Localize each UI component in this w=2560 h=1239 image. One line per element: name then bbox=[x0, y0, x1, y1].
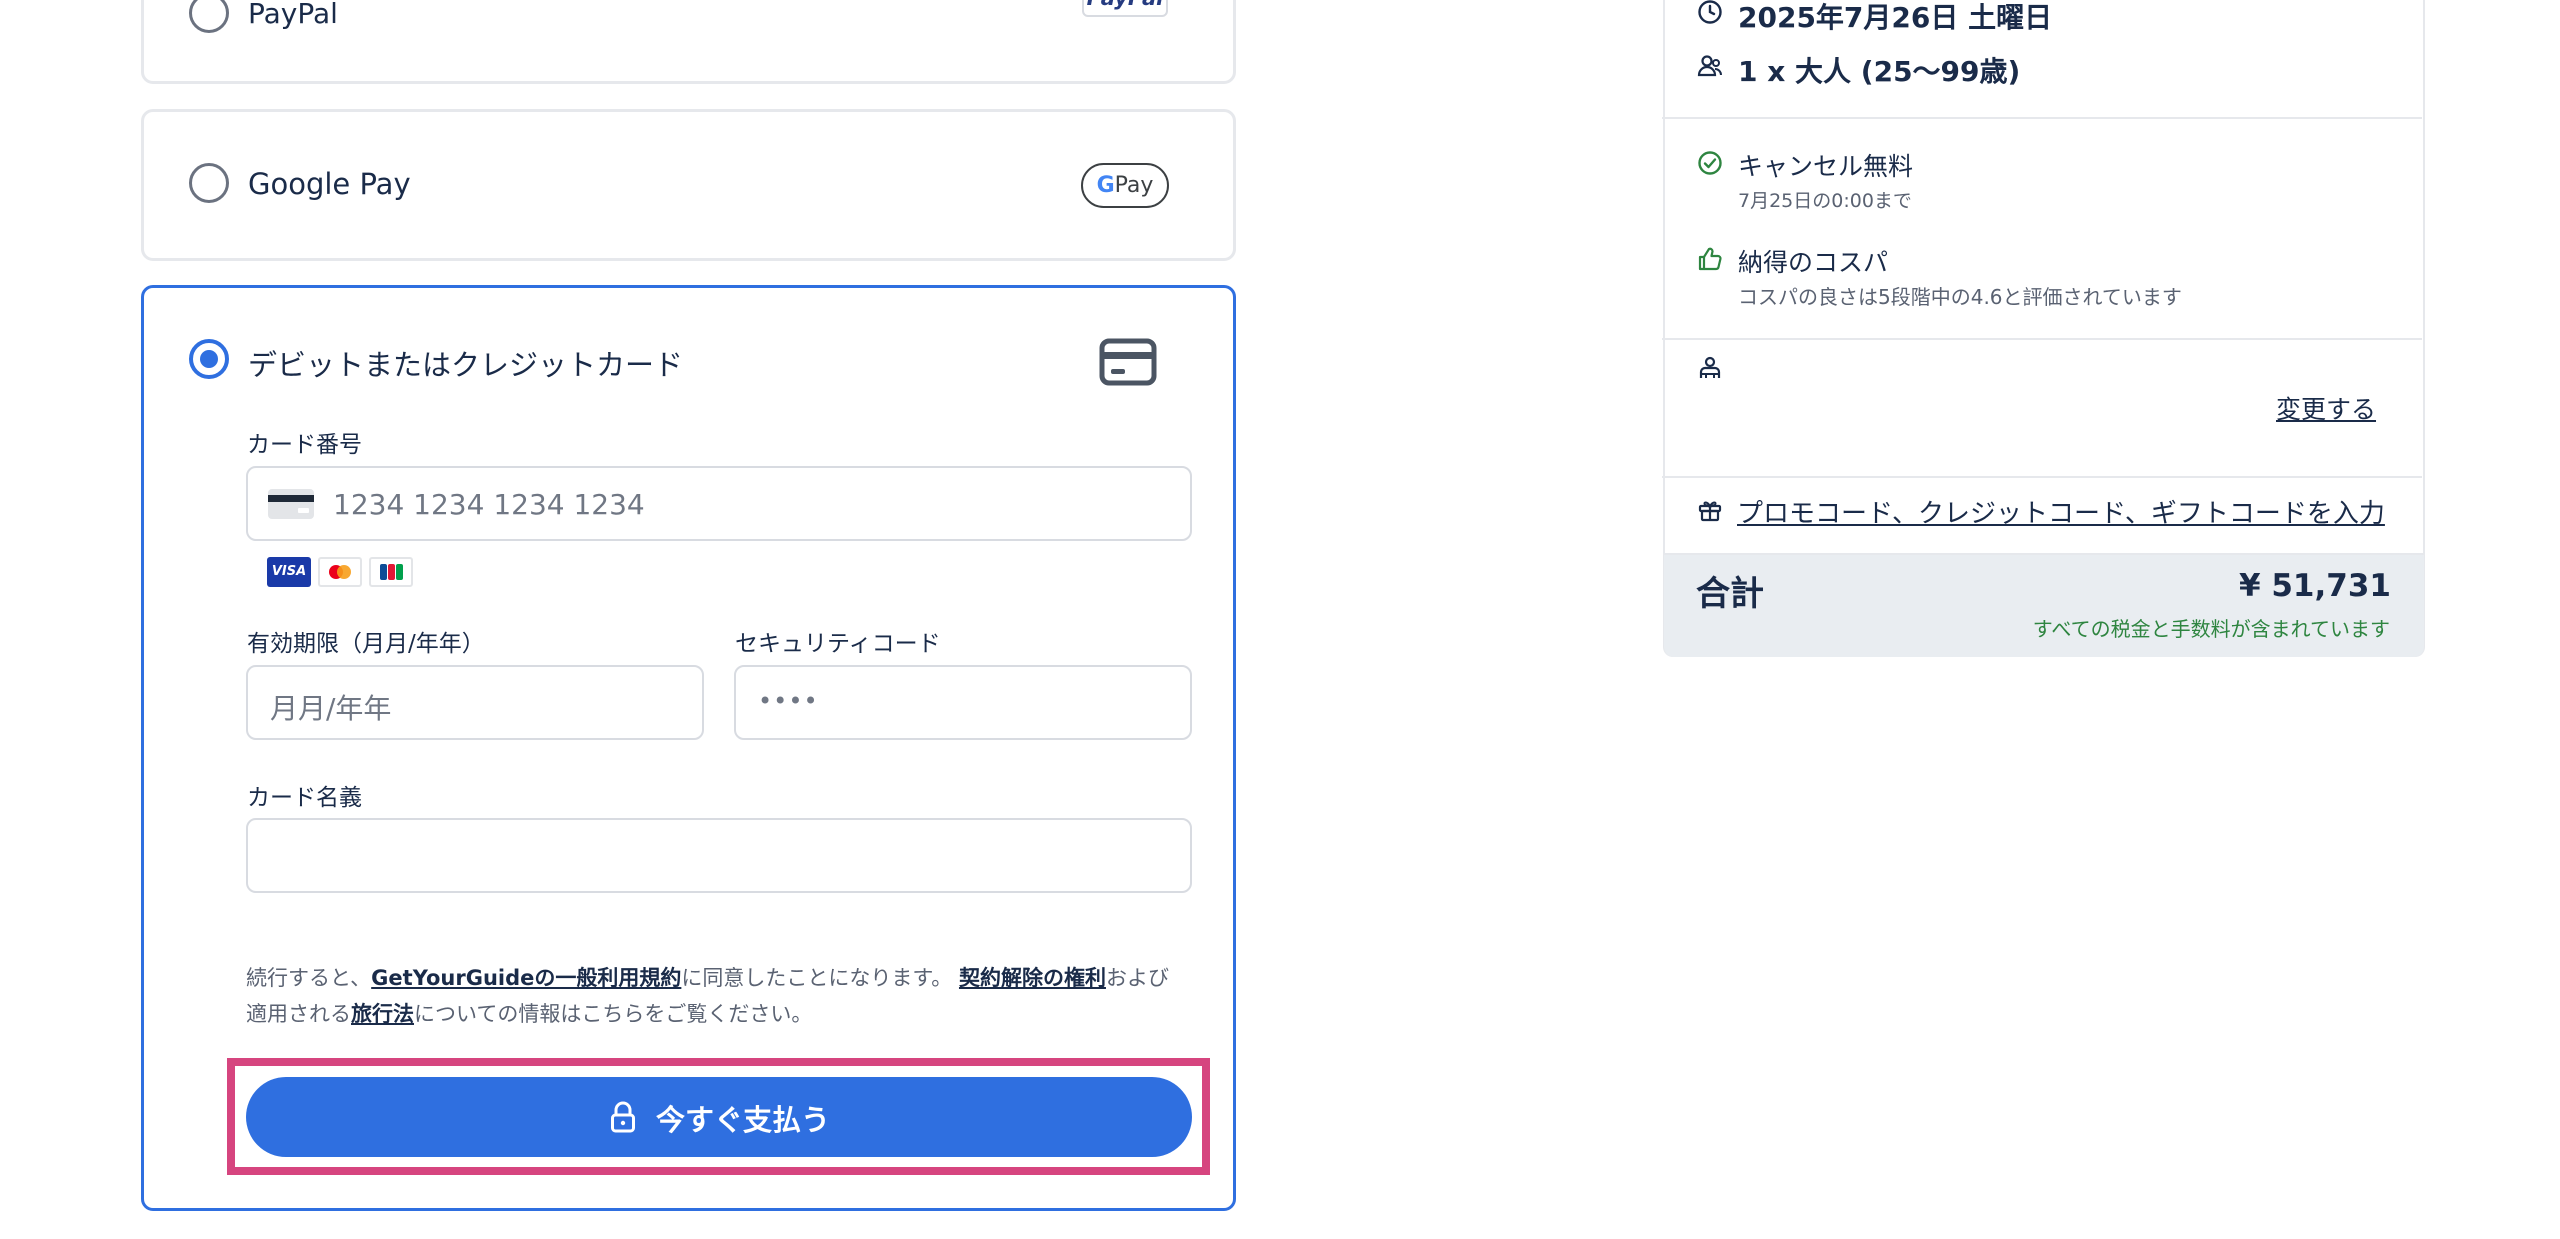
total-price: ¥ 51,731 bbox=[2239, 568, 2391, 604]
value-for-money-title: 納得のコスパ bbox=[1738, 248, 1889, 277]
total-section: 合計 ¥ 51,731 すべての税金と手数料が含まれています bbox=[1664, 553, 2424, 657]
guide-icon bbox=[1699, 356, 1721, 378]
legal-notice: 続行すると、GetYourGuideの一般利用規約に同意したことになります。 契… bbox=[246, 960, 1186, 1032]
legal-line-2: 適用される旅行法についての情報はこちらをご覧ください。 bbox=[246, 1002, 813, 1026]
participants-count: 1 x 大人 (25〜99歳) bbox=[1738, 55, 2021, 88]
participants-icon bbox=[1697, 55, 1722, 77]
check-circle-icon bbox=[1698, 151, 1722, 175]
withdrawal-rights-link[interactable]: 契約解除の権利 bbox=[959, 966, 1106, 990]
payment-option-google-pay[interactable]: Google Pay GPay bbox=[141, 109, 1236, 261]
google-pay-label: Google Pay bbox=[248, 167, 411, 201]
legal-line-1: 続行すると、GetYourGuideの一般利用規約に同意したことになります。 契… bbox=[246, 966, 1169, 990]
activity-date: 2025年7月26日 土曜日 bbox=[1738, 1, 2053, 34]
travel-law-link[interactable]: 旅行法 bbox=[351, 1002, 414, 1026]
paypal-label: PayPal bbox=[248, 0, 338, 30]
credit-card-icon bbox=[1099, 338, 1157, 386]
free-cancellation-deadline: 7月25日の0:00まで bbox=[1738, 190, 1912, 212]
google-pay-radio[interactable] bbox=[189, 163, 229, 203]
expiry-input[interactable]: 月月/年年 bbox=[246, 665, 704, 740]
gift-icon bbox=[1698, 501, 1722, 522]
summary-divider-1 bbox=[1662, 117, 2422, 119]
total-tax-note: すべての税金と手数料が含まれています bbox=[2032, 617, 2390, 641]
pay-now-label: 今すぐ支払う bbox=[656, 1103, 831, 1137]
card-name-input[interactable] bbox=[246, 818, 1192, 893]
payment-option-paypal[interactable]: PayPal PayPal bbox=[141, 0, 1236, 84]
card-name-label: カード名義 bbox=[247, 785, 362, 811]
cvc-label: セキュリティコード bbox=[735, 631, 941, 657]
summary-divider-3 bbox=[1662, 476, 2422, 478]
card-number-label: カード番号 bbox=[247, 432, 362, 458]
mastercard-logo-icon bbox=[318, 557, 362, 587]
card-radio[interactable] bbox=[189, 339, 229, 379]
google-pay-badge-icon: GPay bbox=[1081, 163, 1169, 208]
jcb-logo-icon bbox=[369, 557, 413, 587]
terms-link[interactable]: GetYourGuideの一般利用規約 bbox=[371, 966, 681, 990]
card-option-label: デビットまたはクレジットカード bbox=[248, 348, 684, 382]
lock-icon bbox=[611, 1101, 635, 1133]
free-cancellation-title: キャンセル無料 bbox=[1738, 152, 1914, 181]
value-for-money-rating: コスパの良さは5段階中の4.6と評価されています bbox=[1738, 285, 2182, 309]
change-booking-link[interactable]: 変更する bbox=[2276, 390, 2376, 426]
promo-code-link[interactable]: プロモコード、クレジットコード、ギフトコードを入力 bbox=[1737, 493, 2385, 530]
expiry-label: 有効期限（月月/年年） bbox=[247, 631, 485, 657]
cvc-input[interactable]: •••• bbox=[734, 665, 1192, 740]
summary-divider-2 bbox=[1662, 338, 2422, 340]
clock-icon bbox=[1698, 0, 1722, 24]
card-generic-icon bbox=[268, 489, 314, 519]
card-number-placeholder: 1234 1234 1234 1234 bbox=[333, 488, 645, 521]
paypal-logo-icon: PayPal bbox=[1082, 0, 1168, 17]
visa-logo-icon: VISA bbox=[267, 557, 311, 587]
thumbs-up-icon bbox=[1698, 247, 1722, 271]
pay-now-button[interactable]: 今すぐ支払う bbox=[246, 1077, 1192, 1157]
cvc-placeholder: •••• bbox=[758, 687, 819, 715]
card-number-input[interactable]: 1234 1234 1234 1234 bbox=[246, 466, 1192, 541]
paypal-radio[interactable] bbox=[189, 0, 229, 33]
expiry-placeholder: 月月/年年 bbox=[270, 692, 392, 725]
total-label: 合計 bbox=[1696, 574, 1764, 614]
